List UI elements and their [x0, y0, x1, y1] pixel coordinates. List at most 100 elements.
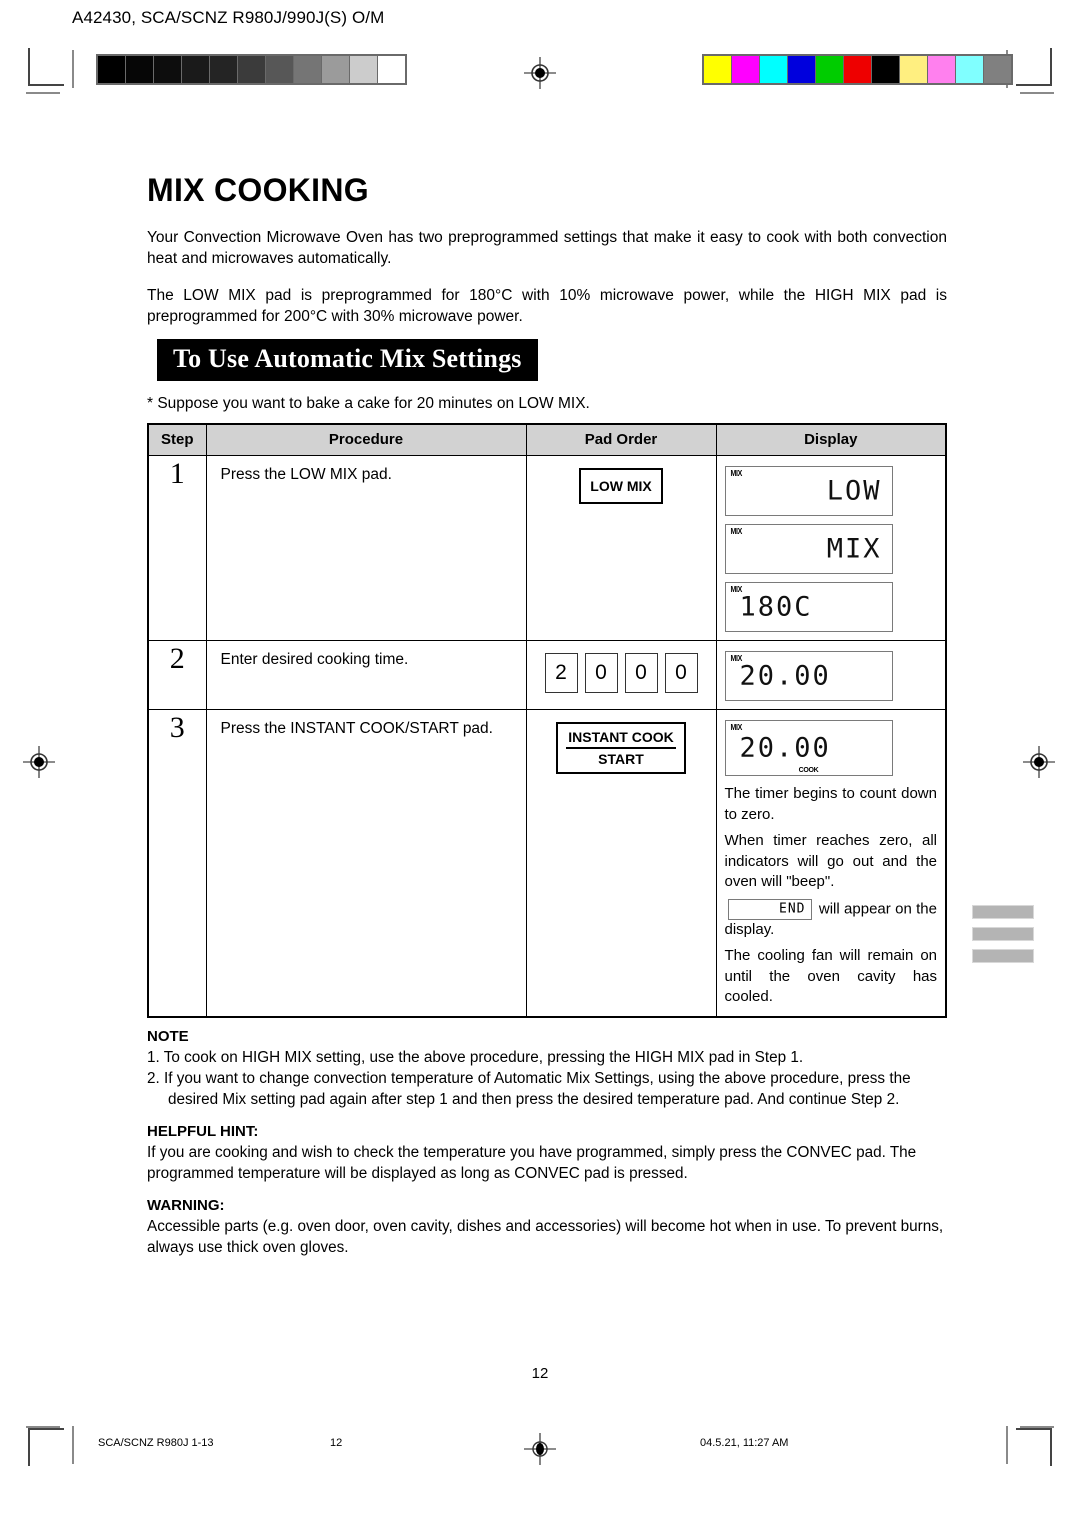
- lcd-value: END: [779, 901, 806, 917]
- registration-target-icon-top: [523, 56, 557, 90]
- display-note-1: The timer begins to count down to zero.: [724, 785, 938, 823]
- crop-dash-bottom-left: [26, 1426, 60, 1428]
- section-banner: To Use Automatic Mix Settings: [157, 339, 538, 381]
- pad-order-cell: LOW MIX: [525, 455, 717, 641]
- footer-page-number: 12: [330, 1437, 343, 1449]
- lcd-value: MIX: [826, 533, 882, 565]
- color-swatch: [732, 56, 759, 83]
- display-note-3: END will appear on the display.: [725, 898, 937, 941]
- procedure-text: Press the INSTANT COOK/START pad.: [205, 709, 527, 1017]
- margin-bar: [972, 949, 1034, 963]
- helpful-hint-text: If you are cooking and wish to check the…: [147, 1143, 917, 1182]
- grayscale-swatch: [294, 56, 321, 83]
- intro-paragraph-1: Your Convection Microwave Oven has two p…: [147, 229, 947, 267]
- number-pad-key[interactable]: 0: [584, 653, 618, 693]
- intro-paragraph-2: The LOW MIX pad is preprogrammed for 180…: [147, 287, 947, 325]
- note-item: 2. If you want to change convection temp…: [147, 1069, 911, 1108]
- table-row: 3 Press the INSTANT COOK/START pad. INST…: [147, 709, 947, 1017]
- registration-target-icon-right: [1022, 745, 1056, 779]
- grayscale-swatch: [98, 56, 125, 83]
- pad-button-line-2: START: [598, 751, 644, 767]
- color-swatch: [928, 56, 955, 83]
- margin-bar: [972, 905, 1034, 919]
- color-swatch: [760, 56, 787, 83]
- column-header-display: Display: [715, 423, 947, 456]
- lcd-value: 180C: [739, 591, 813, 623]
- lcd-indicator-mix: MIX: [730, 528, 743, 537]
- number-pad-key[interactable]: 2: [544, 653, 578, 693]
- step-number: 1: [147, 455, 207, 641]
- display-cell: MIX 20.00 COOK The timer begins to count…: [715, 709, 947, 1017]
- crop-tick-top-left: [72, 50, 74, 88]
- crop-mark-bottom-right: [1016, 1428, 1052, 1466]
- registration-target-icon-left: [22, 745, 56, 779]
- pad-button-line-1: INSTANT COOK: [566, 728, 676, 749]
- color-swatch: [984, 56, 1011, 83]
- page-content: MIX COOKING Your Convection Microwave Ov…: [147, 172, 947, 1258]
- footer-timestamp: 04.5.21, 11:27 AM: [700, 1437, 789, 1449]
- display-note-2: When timer reaches zero, all indicators …: [724, 832, 938, 890]
- page-title: MIX COOKING: [147, 172, 369, 208]
- grayscale-swatch: [126, 56, 153, 83]
- helpful-hint-heading: HELPFUL HINT:: [147, 1122, 259, 1140]
- warning-text: Accessible parts (e.g. oven door, oven c…: [147, 1217, 944, 1256]
- lcd-display: MIX 20.00 COOK: [724, 720, 893, 776]
- color-swatch: [816, 56, 843, 83]
- display-cell: MIX LOW MIX MIX MIX 180C: [715, 455, 947, 641]
- procedure-table: Step Procedure Pad Order Display 1 Press…: [147, 423, 947, 1018]
- warning-heading: WARNING:: [147, 1196, 225, 1214]
- crop-dash-top-right: [1020, 92, 1054, 94]
- display-note-4: The cooling fan will remain on until the…: [724, 947, 938, 1005]
- number-pad-key[interactable]: 0: [624, 653, 658, 693]
- number-pad-sequence: 2 0 0 0: [533, 653, 710, 693]
- color-swatch: [872, 56, 899, 83]
- display-cell: MIX 20.00: [715, 640, 947, 710]
- table-row: 1 Press the LOW MIX pad. LOW MIX MIX LOW…: [147, 455, 947, 641]
- color-calibration-bar: [702, 54, 1013, 85]
- crop-tick-bottom-left: [72, 1426, 74, 1464]
- lcd-value: 20.00: [739, 660, 831, 692]
- table-header-row: Step Procedure Pad Order Display: [147, 423, 947, 456]
- note-item: 1. To cook on HIGH MIX setting, use the …: [147, 1048, 804, 1066]
- number-pad-key[interactable]: 0: [664, 653, 698, 693]
- pad-order-cell: 2 0 0 0: [525, 640, 717, 710]
- lcd-indicator-cook: COOK: [798, 767, 819, 774]
- lcd-indicator-mix: MIX: [730, 470, 743, 479]
- document-code: A42430, SCA/SCNZ R980J/990J(S) O/M: [72, 8, 385, 27]
- color-swatch: [788, 56, 815, 83]
- step-number: 3: [147, 709, 207, 1017]
- low-mix-pad-button[interactable]: LOW MIX: [579, 468, 663, 504]
- grayscale-swatch: [378, 56, 405, 83]
- grayscale-swatch: [182, 56, 209, 83]
- note-list: 1. To cook on HIGH MIX setting, use the …: [147, 1047, 947, 1110]
- lcd-indicator-mix: MIX: [730, 724, 743, 733]
- grayscale-calibration-bar: [96, 54, 407, 85]
- crop-dash-top-left: [26, 92, 60, 94]
- crop-dash-bottom-right: [1020, 1426, 1054, 1428]
- color-swatch: [900, 56, 927, 83]
- footer-file-name: SCA/SCNZ R980J 1-13: [98, 1437, 214, 1449]
- crop-mark-bottom-left: [28, 1428, 64, 1466]
- grayscale-swatch: [210, 56, 237, 83]
- lcd-display: MIX MIX: [724, 524, 893, 574]
- crop-tick-bottom-right: [1006, 1426, 1008, 1464]
- lcd-display: MIX 20.00: [724, 651, 893, 701]
- grayscale-swatch: [154, 56, 181, 83]
- procedure-text: Press the LOW MIX pad.: [205, 455, 527, 641]
- table-row: 2 Enter desired cooking time. 2 0 0 0 MI…: [147, 640, 947, 710]
- instant-cook-start-pad-button[interactable]: INSTANT COOK START: [556, 722, 686, 774]
- page-number: 12: [531, 1365, 549, 1382]
- crop-mark-top-right: [1016, 48, 1052, 86]
- lcd-value: 20.00: [739, 732, 831, 764]
- crop-mark-top-left: [28, 48, 64, 86]
- grayscale-swatch: [266, 56, 293, 83]
- pad-order-cell: INSTANT COOK START: [525, 709, 717, 1017]
- column-header-step: Step: [147, 423, 207, 456]
- color-swatch: [844, 56, 871, 83]
- column-header-pad-order: Pad Order: [525, 423, 717, 456]
- margin-registration-bars: [972, 905, 1034, 971]
- color-swatch: [956, 56, 983, 83]
- lcd-display: MIX 180C: [724, 582, 893, 632]
- grayscale-swatch: [350, 56, 377, 83]
